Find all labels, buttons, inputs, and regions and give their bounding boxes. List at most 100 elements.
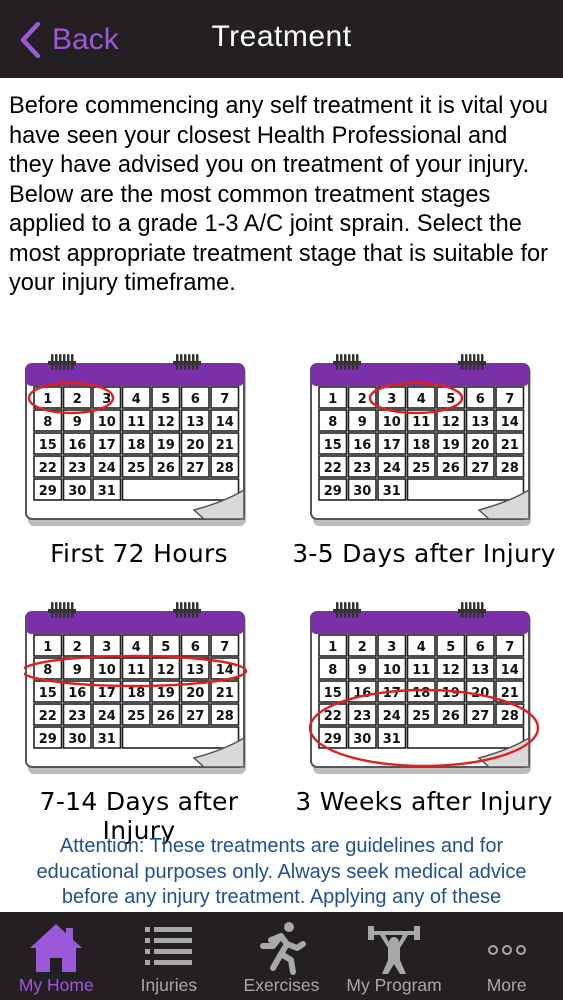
calendar-day-label: 6 [191, 640, 200, 655]
stage-card-3-5-days[interactable]: 1 2 3 4 5 6 7 8 9 10 11 12 13 14 15 16 17 18 19 20 21 22 23 24 2… [289, 352, 559, 568]
calendar-day-label: 22 [324, 461, 342, 476]
calendar-day-label: 20 [471, 438, 489, 453]
ring-bar [458, 361, 486, 365]
weightlifter-icon [368, 926, 421, 974]
calendar-day-label: 17 [383, 438, 401, 453]
tab-injuries[interactable]: Injuries [113, 912, 226, 1000]
calendar-day-label: 25 [412, 461, 430, 476]
calendar-day-label: 8 [43, 415, 52, 430]
stage-caption: First 72 Hours [50, 539, 228, 568]
calendar-day-label: 3 [387, 392, 396, 407]
calendar-day-label: 23 [353, 461, 371, 476]
calendar-day-label: 22 [324, 709, 342, 724]
more-dots-icon [487, 945, 526, 955]
calendar-day-label: 4 [417, 392, 426, 407]
calendar-day-label: 23 [353, 709, 371, 724]
ring-bar [458, 609, 486, 613]
ring-bar [333, 609, 361, 613]
calendar-header-band [26, 612, 244, 634]
calendar-day-label: 5 [161, 392, 170, 407]
calendar-day-label: 17 [98, 686, 116, 701]
calendar-day-label: 18 [412, 438, 430, 453]
calendar-day-label: 25 [127, 709, 145, 724]
calendar-day-label: 26 [442, 709, 460, 724]
calendar-day-label: 27 [186, 709, 204, 724]
calendar-day-label: 9 [358, 663, 367, 678]
calendar-day-label: 27 [471, 461, 489, 476]
tab-label: My Home [18, 975, 94, 995]
calendar-day-label: 16 [353, 438, 371, 453]
page-title: Treatment [211, 20, 352, 53]
stage-card-first-72-hours[interactable]: 1 2 3 4 5 6 7 8 9 10 11 12 13 14 15 16 17 18 19 20 21 22 23 24 2… [4, 352, 274, 568]
ring-bar [333, 361, 361, 365]
calendar-day-label: 15 [324, 686, 342, 701]
calendar-day-label: 7 [505, 392, 514, 407]
calendar-day-label: 6 [476, 392, 485, 407]
calendar-day-label: 27 [186, 461, 204, 476]
tab-my-home[interactable]: My Home [0, 912, 113, 1000]
stage-card-3-weeks[interactable]: 1 2 3 4 5 6 7 8 9 10 11 12 13 14 15 16 17 18 19 20 21 22 23 24 2… [289, 600, 559, 816]
calendar-day-label: 30 [353, 484, 371, 499]
calendar-day-label: 2 [358, 640, 367, 655]
calendar-day-label: 2 [358, 392, 367, 407]
tab-label: Injuries [140, 975, 198, 995]
calendar-day-label: 29 [39, 484, 57, 499]
calendar-day-label: 15 [39, 438, 57, 453]
calendar-day-label: 2 [73, 640, 82, 655]
calendar-day-label: 18 [127, 438, 145, 453]
calendar-day-label: 11 [412, 663, 430, 678]
ring-bar [48, 609, 76, 613]
calendar-icon[interactable]: 1 2 3 4 5 6 78 9 10 11 12 13 1415 16 17 18 19 20 2122 23 24 2… [309, 352, 539, 527]
calendar-day-label: 11 [127, 663, 145, 678]
calendar-day-label: 1 [43, 640, 52, 655]
calendar-day-label: 5 [161, 640, 170, 655]
calendar-day-label: 26 [157, 709, 175, 724]
calendar-day-label: 14 [501, 663, 519, 678]
calendar-day-label: 12 [442, 663, 460, 678]
calendar-day-label: 8 [328, 415, 337, 430]
calendar-day-label: 18 [412, 686, 430, 701]
calendar-day-label: 15 [39, 686, 57, 701]
calendar-day-label: 21 [501, 438, 519, 453]
calendar-day-label: 16 [68, 438, 86, 453]
calendar-day-label: 15 [324, 438, 342, 453]
calendar-day-label: 13 [186, 415, 204, 430]
calendar-day-label: 26 [442, 461, 460, 476]
calendar-day-label: 24 [98, 461, 116, 476]
calendar-day-label: 17 [98, 438, 116, 453]
stage-card-7-14-days[interactable]: 1 2 3 4 5 6 7 8 9 10 11 12 13 14 15 16 17 18 19 20 21 22 23 24 2… [4, 600, 274, 845]
calendar-day-label: 1 [328, 392, 337, 407]
calendar-day-label: 22 [39, 709, 57, 724]
calendar-day-label: 4 [417, 640, 426, 655]
list-icon [144, 927, 192, 965]
calendar-day-label: 1 [328, 640, 337, 655]
calendar-day-label: 25 [412, 709, 430, 724]
calendar-day-label: 13 [186, 663, 204, 678]
tab-my-program[interactable]: My Program [338, 912, 451, 1000]
tab-exercises[interactable]: Exercises [225, 912, 338, 1000]
calendar-day-label: 29 [39, 732, 57, 747]
calendar-day-label: 10 [383, 663, 401, 678]
calendar-day-label: 20 [186, 686, 204, 701]
calendar-empty-cell [121, 478, 240, 501]
intro-text: Before commencing any self treatment it … [9, 93, 549, 296]
calendar-icon[interactable]: 1 2 3 4 5 6 78 9 10 11 12 13 1415 16 17 18 19 20 2122 23 24 2… [24, 352, 254, 527]
nav-bar: Back Treatment [0, 0, 563, 78]
tab-more[interactable]: More [450, 912, 563, 1000]
calendar-icon[interactable]: 1 2 3 4 5 6 78 9 10 11 12 13 1415 16 17 18 19 20 2122 23 24 2… [24, 600, 254, 775]
calendar-day-label: 14 [216, 663, 234, 678]
calendar-day-label: 6 [191, 392, 200, 407]
calendar-header-band [311, 612, 529, 634]
calendar-icon[interactable]: 1 2 3 4 5 6 78 9 10 11 12 13 1415 16 17 18 19 20 2122 23 24 2… [309, 600, 539, 775]
calendar-day-label: 16 [68, 686, 86, 701]
calendar-day-label: 21 [216, 438, 234, 453]
calendar-day-label: 12 [157, 415, 175, 430]
calendar-day-label: 14 [216, 415, 234, 430]
calendar-day-label: 22 [39, 461, 57, 476]
calendar-day-label: 18 [127, 686, 145, 701]
calendar-day-label: 3 [102, 640, 111, 655]
calendar-day-label: 7 [220, 392, 229, 407]
calendar-day-label: 12 [442, 415, 460, 430]
calendar-day-label: 10 [98, 663, 116, 678]
calendar-day-label: 10 [383, 415, 401, 430]
